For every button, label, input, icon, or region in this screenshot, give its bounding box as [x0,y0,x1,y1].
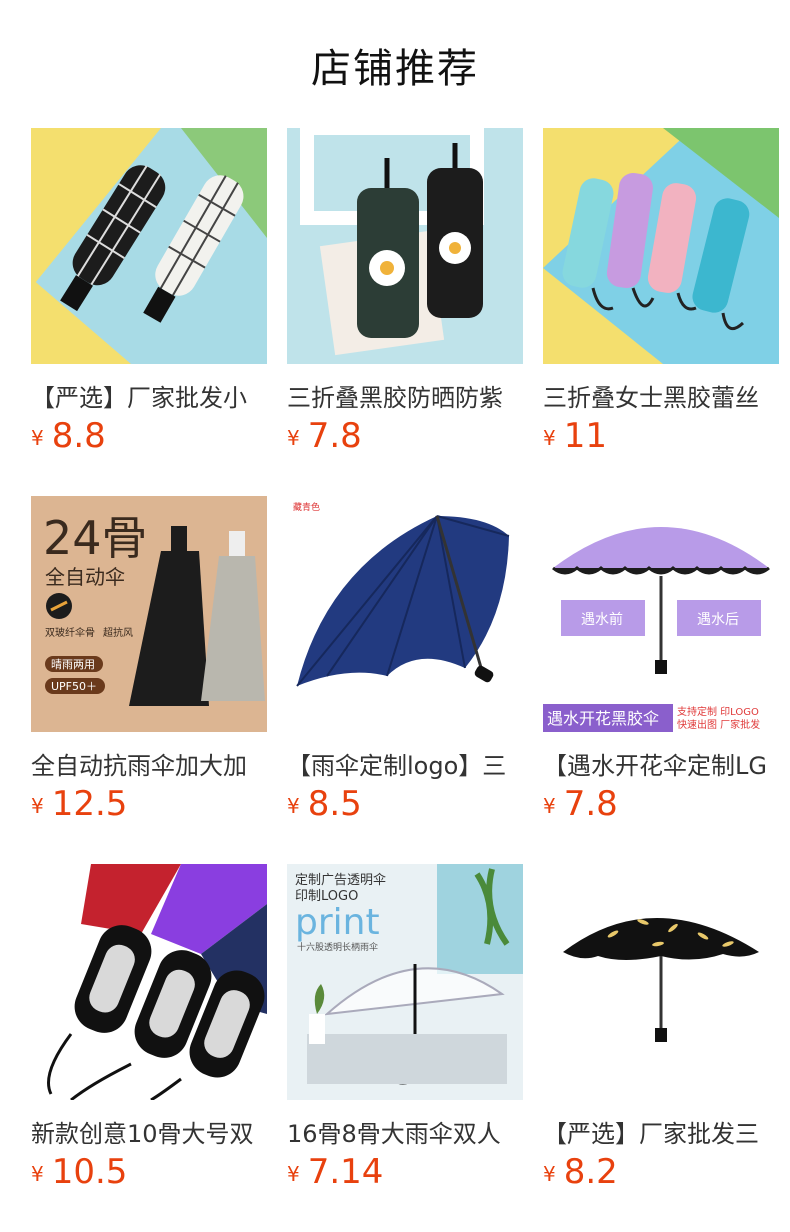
product-image[interactable]: 定制广告透明伞 印制LOGO print 十六股透明长柄雨伞 [287,864,523,1100]
product-name: 【严选】厂家批发小 [31,384,247,412]
svg-text:遇水前: 遇水前 [581,611,623,628]
product-name: 【遇水开花伞定制LG [543,752,767,780]
currency-symbol: ¥ [543,1162,556,1186]
product-image[interactable] [543,864,779,1100]
product-card[interactable]: 藏青色 【雨伞定制logo】三 ¥8.5 [287,496,523,836]
currency-symbol: ¥ [31,426,44,450]
svg-text:支持定制 印LOGO: 支持定制 印LOGO [677,705,759,718]
svg-text:双玻纤伞骨: 双玻纤伞骨 [45,626,95,639]
product-card[interactable]: 【严选】厂家批发小 ¥8.8 [31,128,267,468]
product-price: ¥11 [543,416,607,456]
product-image[interactable]: 遇水前 遇水后 遇水开花黑胶伞 支持定制 印LOGO 快速出图 厂家批发 [543,496,779,732]
product-name: 【雨伞定制logo】三 [287,752,507,780]
price-value: 10.5 [51,1152,128,1192]
product-image[interactable] [31,864,267,1100]
product-name: 三折叠黑胶防晒防紫 [287,384,503,412]
product-name: 新款创意10骨大号双 [31,1120,254,1148]
currency-symbol: ¥ [287,1162,300,1186]
product-image[interactable] [31,128,267,364]
svg-text:24骨: 24骨 [43,511,148,565]
product-name: 三折叠女士黑胶蕾丝 [543,384,759,412]
svg-text:超抗风: 超抗风 [103,626,133,639]
svg-text:晴雨两用: 晴雨两用 [51,658,95,671]
svg-text:藏青色: 藏青色 [293,501,320,513]
svg-text:UPF50＋: UPF50＋ [51,680,97,693]
price-value: 11 [563,416,607,456]
price-value: 7.8 [307,416,362,456]
page-title: 店铺推荐 [311,46,479,92]
product-image[interactable] [287,128,523,364]
svg-text:快速出图 厂家批发: 快速出图 厂家批发 [677,718,760,731]
product-image[interactable]: 藏青色 [287,496,523,732]
price-value: 8.5 [307,784,362,824]
product-card[interactable]: 三折叠女士黑胶蕾丝 ¥11 [543,128,779,468]
product-price: ¥10.5 [31,1152,127,1192]
svg-text:遇水后: 遇水后 [697,612,739,628]
product-name: 16骨8骨大雨伞双人 [287,1120,501,1148]
product-price: ¥8.2 [543,1152,618,1192]
product-card[interactable]: 定制广告透明伞 印制LOGO print 十六股透明长柄雨伞 16骨8骨大雨伞双… [287,864,523,1204]
product-card[interactable]: 【严选】厂家批发三 ¥8.2 [543,864,779,1204]
svg-text:定制广告透明伞: 定制广告透明伞 [295,872,386,888]
product-price: ¥12.5 [31,784,127,824]
svg-text:全自动伞: 全自动伞 [45,565,125,589]
price-value: 12.5 [51,784,128,824]
svg-text:遇水开花黑胶伞: 遇水开花黑胶伞 [547,709,659,728]
currency-symbol: ¥ [543,426,556,450]
product-image[interactable]: 24骨 全自动伞 双玻纤伞骨 超抗风 晴雨两用 UPF50＋ [31,496,267,732]
product-price: ¥7.14 [287,1152,383,1192]
product-card[interactable]: 新款创意10骨大号双 ¥10.5 [31,864,267,1204]
product-card[interactable]: 遇水前 遇水后 遇水开花黑胶伞 支持定制 印LOGO 快速出图 厂家批发 【遇水… [543,496,779,836]
price-value: 7.14 [307,1152,384,1192]
currency-symbol: ¥ [31,794,44,818]
product-price: ¥7.8 [543,784,618,824]
product-card[interactable]: 24骨 全自动伞 双玻纤伞骨 超抗风 晴雨两用 UPF50＋ 全自动抗雨伞加大加… [31,496,267,836]
currency-symbol: ¥ [287,426,300,450]
product-price: ¥7.8 [287,416,362,456]
product-card[interactable]: 三折叠黑胶防晒防紫 ¥7.8 [287,128,523,468]
product-price: ¥8.8 [31,416,106,456]
currency-symbol: ¥ [287,794,300,818]
price-value: 7.8 [563,784,618,824]
svg-text:print: print [295,902,380,943]
product-price: ¥8.5 [287,784,362,824]
price-value: 8.8 [51,416,106,456]
price-value: 8.2 [563,1152,618,1192]
currency-symbol: ¥ [543,794,556,818]
product-image[interactable] [543,128,779,364]
svg-text:十六股透明长柄雨伞: 十六股透明长柄雨伞 [297,941,378,953]
currency-symbol: ¥ [31,1162,44,1186]
product-name: 全自动抗雨伞加大加 [31,752,247,780]
product-name: 【严选】厂家批发三 [543,1120,759,1148]
